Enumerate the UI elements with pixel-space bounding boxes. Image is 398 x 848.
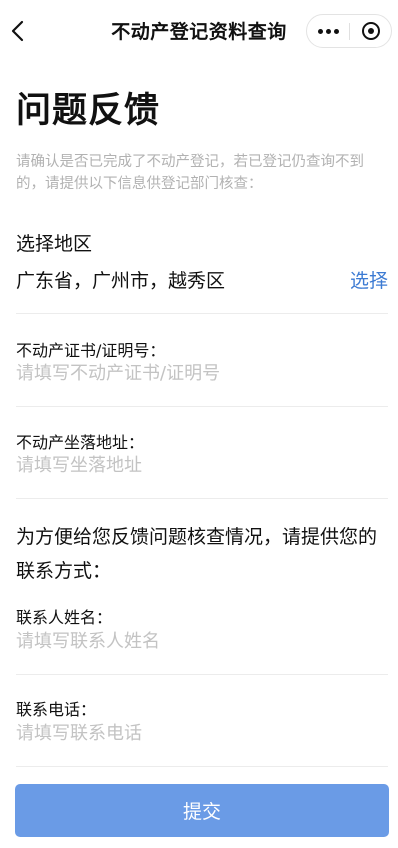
close-mini-program-button[interactable] (350, 15, 392, 47)
contact-phone-label: 联系电话： (16, 700, 97, 719)
divider (16, 674, 388, 675)
mini-program-capsule (306, 14, 392, 48)
more-button[interactable] (307, 15, 349, 47)
certificate-input[interactable] (16, 358, 388, 388)
nav-bar: 不动产登记资料查询 (0, 0, 398, 62)
page-title: 问题反馈 (16, 91, 161, 131)
divider (16, 766, 388, 767)
region-select-link[interactable]: 选择 (350, 266, 388, 293)
contact-heading: 为方便给您反馈问题核查情况，请提供您的联系方式： (16, 526, 378, 582)
intro-text: 请确认是否已完成了不动产登记，若已登记仍查询不到的，请提供以下信息供登记部门核查… (16, 154, 364, 192)
divider (16, 406, 388, 407)
region-label: 选择地区 (16, 233, 93, 255)
address-input[interactable] (16, 450, 388, 480)
submit-button[interactable]: 提交 (15, 784, 389, 837)
contact-name-label: 联系人姓名： (16, 608, 113, 627)
contact-phone-input[interactable] (16, 718, 388, 748)
contact-name-input[interactable] (16, 626, 388, 656)
divider (16, 498, 388, 499)
divider (16, 313, 388, 314)
region-value: 广东省，广州市，越秀区 (16, 270, 226, 292)
